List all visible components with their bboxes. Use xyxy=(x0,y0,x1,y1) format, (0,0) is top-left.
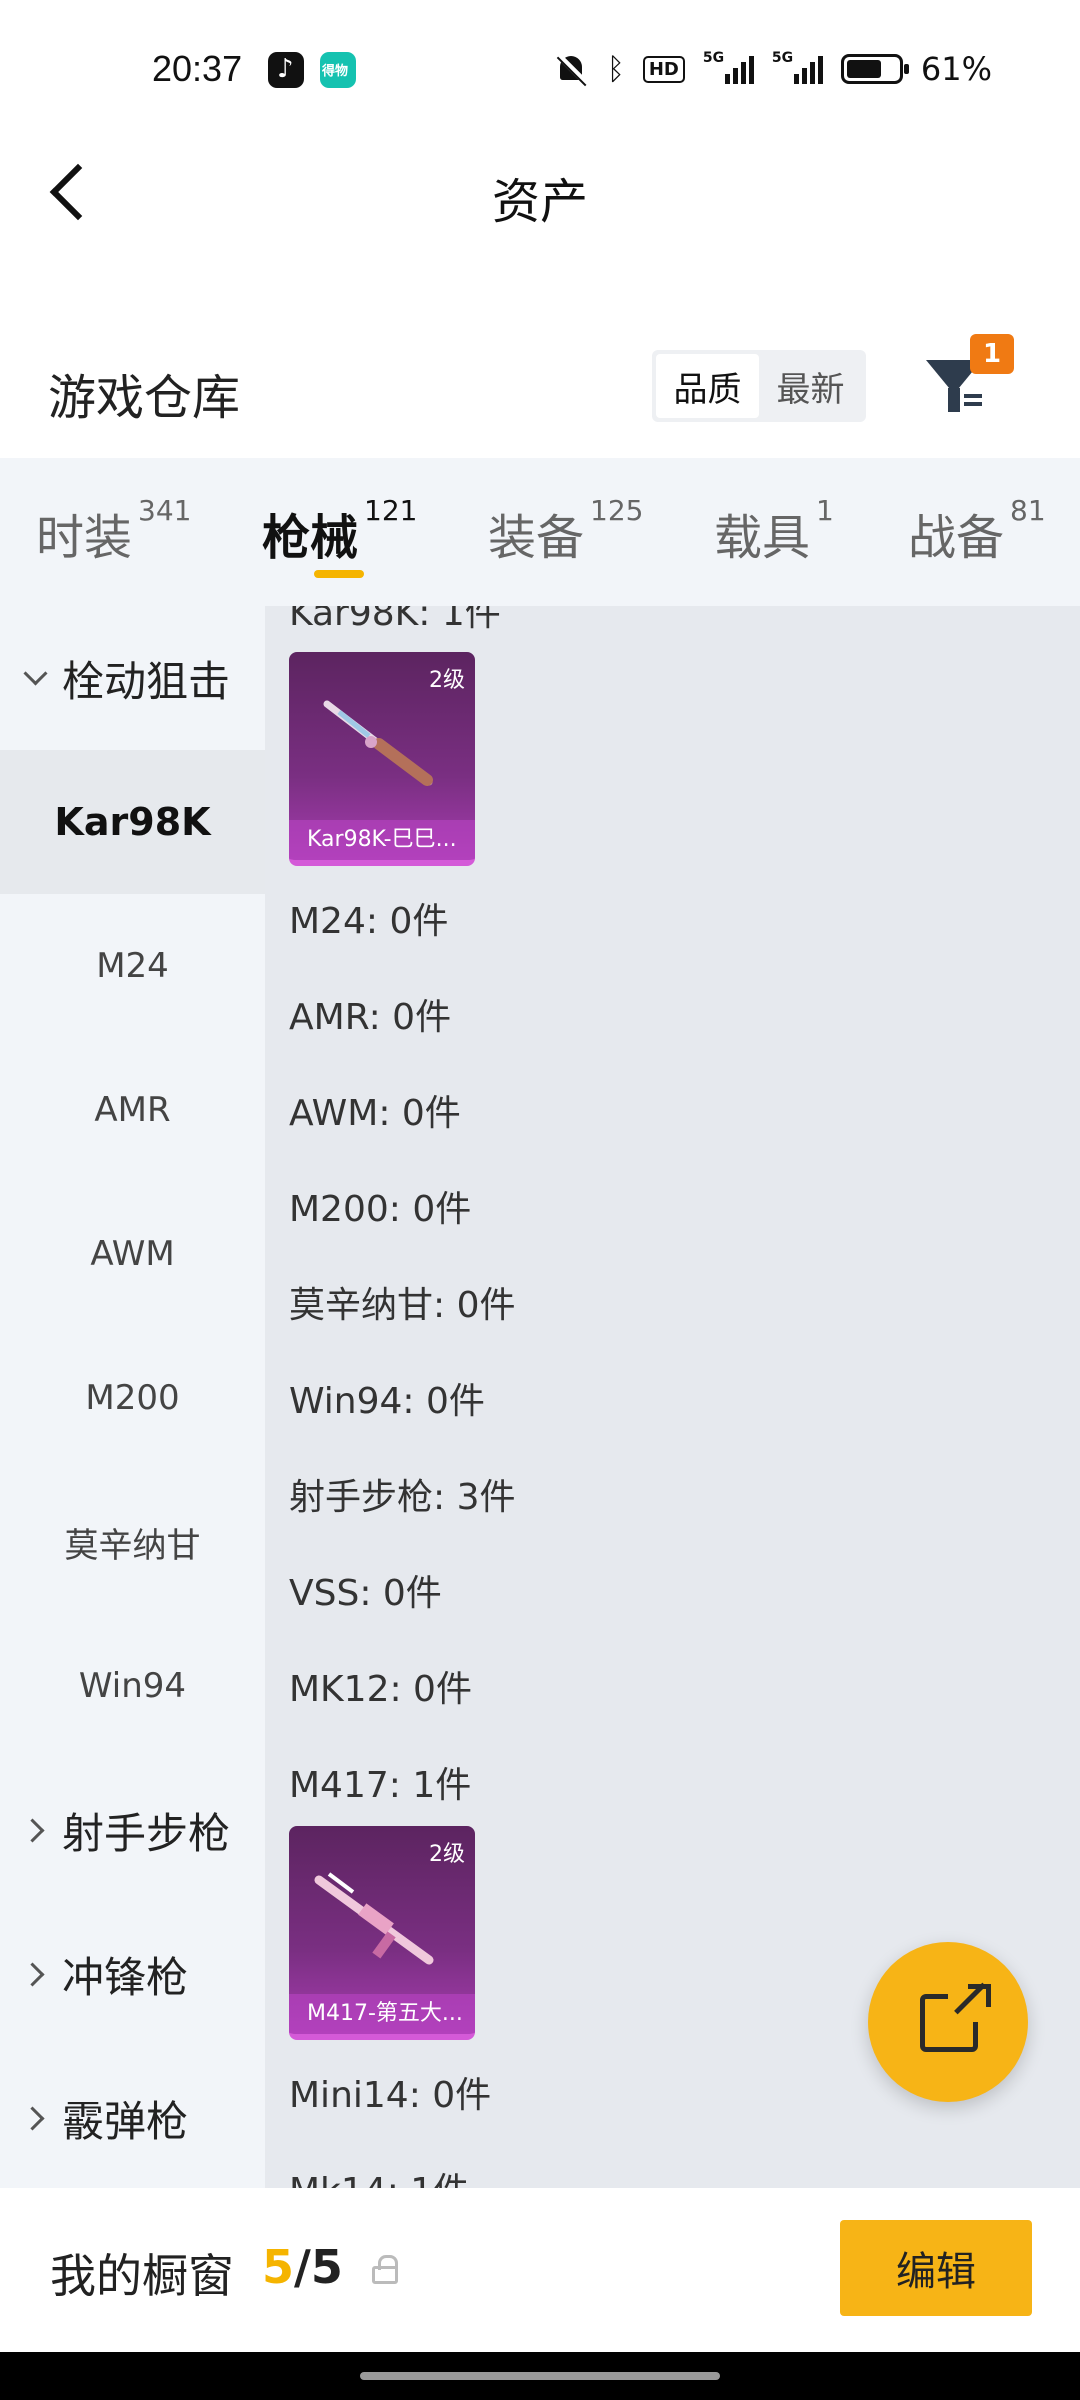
sort-toggle: 品质 最新 xyxy=(652,350,866,422)
tab-equipment[interactable]: 装备 125 xyxy=(488,494,643,568)
chevron-right-icon xyxy=(22,2105,48,2131)
list-item: AMR: 0件 xyxy=(289,997,452,1038)
list-item: Win94: 0件 xyxy=(289,1381,485,1422)
sidebar-item-amr[interactable]: AMR xyxy=(0,1038,265,1182)
sidebar-category-label: 霰弹枪 xyxy=(62,2096,189,2146)
sidebar-item-awm[interactable]: AWM xyxy=(0,1182,265,1326)
dewu-icon-label: 得物 xyxy=(322,64,349,79)
sidebar-category-label: 栓动狙击 xyxy=(62,656,231,706)
sort-latest-button[interactable]: 最新 xyxy=(759,354,862,418)
sidebar-item-win94[interactable]: Win94 xyxy=(0,1614,265,1758)
list-item: Mk14: 1件 xyxy=(289,2162,469,2188)
status-time: 20:37 xyxy=(152,48,243,89)
dewu-icon: 得物 xyxy=(320,52,356,88)
card-level: 2级 xyxy=(429,1842,465,1867)
sidebar-item-kar98k[interactable]: Kar98K xyxy=(0,750,265,894)
battery-icon xyxy=(840,54,909,84)
status-bar: 20:37 得物 ᛒ HD 5G 5G 61% xyxy=(0,0,1080,140)
bluetooth-icon: ᛒ xyxy=(606,51,625,87)
sidebar-category-smg[interactable]: 冲锋枪 xyxy=(0,1902,265,2046)
tab-count: 121 xyxy=(364,494,418,527)
status-indicators: ᛒ HD 5G 5G 61% xyxy=(555,50,992,88)
signal-icon-2: 5G xyxy=(772,50,823,84)
list-item: M417: 1件 xyxy=(289,1765,472,1806)
tab-count: 341 xyxy=(138,494,192,527)
share-button[interactable] xyxy=(868,1942,1028,2102)
filter-button[interactable]: 1 xyxy=(920,334,1014,430)
tab-count: 125 xyxy=(590,494,644,527)
chevron-right-icon xyxy=(22,1961,48,1987)
sidebar-category-label: 射手步枪 xyxy=(62,1808,231,1858)
sidebar-category-bolt-action[interactable]: 栓动狙击 xyxy=(0,606,265,750)
category-tabs: 时装 341 枪械 121 装备 125 载具 1 战备 81 xyxy=(0,458,1080,606)
sort-quality-button[interactable]: 品质 xyxy=(656,354,759,418)
showcase-label: 我的橱窗 xyxy=(50,2249,234,2303)
hd-icon: HD xyxy=(642,55,685,83)
showcase-bar: 我的橱窗 5/5 编辑 xyxy=(0,2188,1080,2352)
home-indicator[interactable] xyxy=(360,2372,720,2380)
chevron-down-icon xyxy=(22,665,48,691)
list-item: M200: 0件 xyxy=(289,1189,472,1230)
showcase-total: /5 xyxy=(294,2240,343,2294)
sidebar-category-dmr[interactable]: 射手步枪 xyxy=(0,1758,265,1902)
system-nav-bar xyxy=(0,2352,1080,2400)
tab-label: 时装 xyxy=(36,510,133,566)
tab-vehicles[interactable]: 载具 1 xyxy=(714,494,834,568)
list-item: AWM: 0件 xyxy=(289,1093,461,1134)
tab-guns[interactable]: 枪械 121 xyxy=(262,494,417,568)
list-item: 莫辛纳甘: 0件 xyxy=(289,1285,516,1326)
card-name: Kar98K-巳巳... xyxy=(289,820,475,860)
signal-label: 5G xyxy=(702,50,725,66)
tab-label: 载具 xyxy=(714,510,811,566)
weapon-sidebar: 栓动狙击 Kar98K M24 AMR AWM M200 莫辛纳甘 Win94 … xyxy=(0,606,265,2188)
signal-icon: 5G xyxy=(703,50,754,84)
lock-icon xyxy=(372,2255,398,2284)
rifle-icon xyxy=(323,700,433,786)
chevron-right-icon xyxy=(22,1817,48,1843)
page-title: 资产 xyxy=(491,174,588,230)
warehouse-title: 游戏仓库 xyxy=(48,370,241,426)
tab-active-indicator xyxy=(314,570,364,578)
card-level: 2级 xyxy=(429,668,465,693)
rifle-icon xyxy=(314,1872,434,1965)
card-name: M417-第五大... xyxy=(289,1994,475,2034)
list-item: 射手步枪: 3件 xyxy=(289,1477,516,1518)
tab-label: 枪械 xyxy=(262,510,359,566)
list-item: Mini14: 0件 xyxy=(289,2075,492,2116)
bell-off-icon xyxy=(555,52,589,86)
list-item: VSS: 0件 xyxy=(289,1573,442,1614)
sidebar-category-shotgun[interactable]: 霰弹枪 xyxy=(0,2046,265,2188)
tab-supplies[interactable]: 战备 81 xyxy=(908,494,1046,568)
tab-label: 战备 xyxy=(908,510,1005,566)
signal-label-2: 5G xyxy=(771,50,794,66)
tab-label: 装备 xyxy=(488,510,585,566)
sidebar-item-m24[interactable]: M24 xyxy=(0,894,265,1038)
list-item: M24: 0件 xyxy=(289,901,449,942)
skin-card-kar98k[interactable]: 2级 Kar98K-巳巳... xyxy=(289,652,475,866)
filter-badge: 1 xyxy=(970,334,1014,374)
showcase-current: 5 xyxy=(262,2240,295,2294)
battery-percent: 61% xyxy=(920,50,992,88)
tab-fashion[interactable]: 时装 341 xyxy=(36,494,191,568)
tab-count: 81 xyxy=(1010,494,1046,527)
showcase-count: 5/5 xyxy=(262,2240,343,2294)
list-item: Kar98K: 1件 xyxy=(289,606,501,634)
sidebar-item-mosin[interactable]: 莫辛纳甘 xyxy=(0,1470,265,1614)
tiktok-icon xyxy=(268,52,304,88)
list-item: MK12: 0件 xyxy=(289,1669,472,1710)
skin-card-m417[interactable]: 2级 M417-第五大... xyxy=(289,1826,475,2040)
sidebar-category-label: 冲锋枪 xyxy=(62,1952,189,2002)
sidebar-item-m200[interactable]: M200 xyxy=(0,1326,265,1470)
tab-count: 1 xyxy=(816,494,834,527)
edit-button[interactable]: 编辑 xyxy=(840,2220,1032,2316)
